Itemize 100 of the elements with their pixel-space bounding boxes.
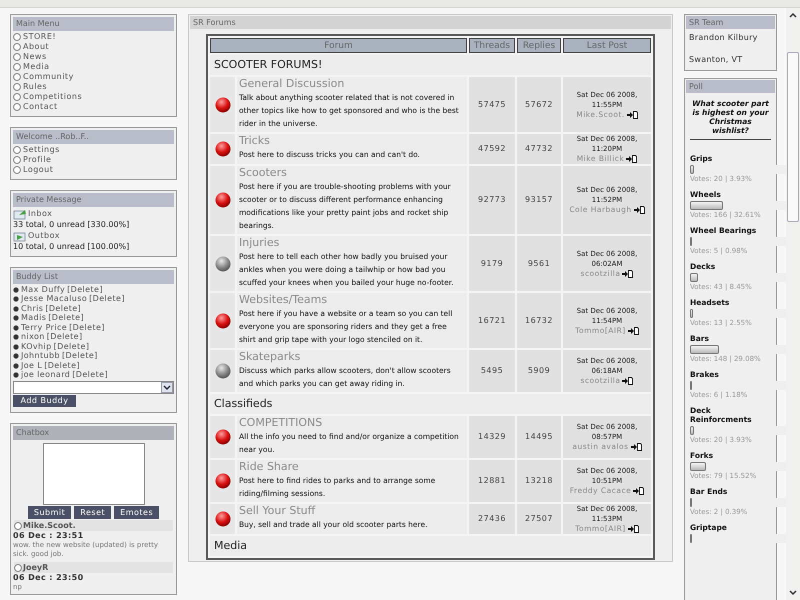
buddy-name: Madis (21, 312, 46, 324)
column-header: Forum (210, 38, 467, 53)
circle-icon (13, 93, 21, 101)
scrollbar[interactable] (786, 8, 800, 600)
scroll-down-icon[interactable] (789, 590, 797, 596)
go-to-post-icon[interactable] (628, 326, 639, 334)
buddy-select[interactable] (13, 381, 174, 394)
folder-link[interactable]: Outbox (28, 230, 60, 242)
bullet-icon (13, 324, 19, 331)
circle-icon (13, 83, 21, 91)
panel-header: Welcome ..Rob..F.. (13, 130, 174, 144)
category-title: Media (210, 536, 651, 556)
bullet-icon (13, 344, 19, 350)
replies-cell: 14495 (517, 416, 561, 458)
category-title: SCOOTER FORUMS! (210, 55, 651, 75)
chat-button[interactable]: Submit (28, 506, 72, 519)
go-to-post-icon[interactable] (628, 525, 639, 533)
threads-cell: 9179 (469, 236, 515, 291)
threads-cell: 12881 (469, 460, 515, 502)
chat-input[interactable] (42, 443, 144, 505)
go-to-post-icon[interactable] (622, 270, 634, 278)
scroll-up-icon[interactable] (789, 12, 797, 18)
panel-header: Poll (686, 80, 775, 93)
menu-link[interactable]: News (23, 51, 47, 63)
chat-time: 06 Dec : 23:51 (13, 531, 85, 541)
team-text: Brandon Kilbury (689, 32, 759, 44)
replies-cell: 27507 (517, 504, 561, 534)
delete-link[interactable]: [Delete] (89, 293, 125, 306)
delete-link[interactable]: [Delete] (46, 331, 82, 344)
replies-cell: 16732 (517, 293, 561, 348)
go-to-post-icon[interactable] (626, 110, 638, 118)
circle-icon (13, 53, 21, 61)
bullet-icon (13, 306, 19, 312)
bullet-icon (13, 334, 19, 340)
buddy-name: Johntubb (21, 351, 60, 362)
panel-header: SR Forums (190, 16, 671, 29)
delete-link[interactable]: [Delete] (62, 350, 98, 362)
circle-icon (13, 156, 21, 164)
replies-cell: 13218 (517, 460, 561, 502)
bullet-icon (13, 296, 19, 302)
delete-link[interactable]: [Delete] (72, 369, 108, 382)
panel-header: SR Team (686, 16, 775, 29)
column-header: Last Post (563, 38, 651, 53)
bullet-icon (13, 286, 19, 293)
threads-cell: 5495 (469, 350, 515, 392)
chat-user: JoeyR (23, 562, 48, 574)
menu-link[interactable]: Community (23, 71, 74, 83)
threads-cell: 27436 (469, 504, 515, 534)
chat-button[interactable]: Reset (74, 506, 112, 519)
circle-icon (13, 103, 21, 111)
delete-link[interactable]: [Delete] (48, 312, 84, 324)
circle-icon (14, 564, 22, 572)
menu-link[interactable]: Competitions (23, 91, 82, 103)
replies-cell: 9561 (517, 236, 561, 291)
go-to-post-icon[interactable] (622, 377, 634, 385)
chat-button[interactable]: Emotes (114, 506, 160, 519)
circle-icon (13, 63, 21, 71)
add-buddy-button[interactable]: Add Buddy (13, 395, 76, 407)
buddy-name: Jesse Macaluso (21, 294, 88, 304)
replies-cell: 47732 (517, 134, 561, 164)
menu-link[interactable]: Settings (23, 144, 60, 156)
delete-link[interactable]: [Delete] (44, 360, 80, 372)
buddy-name: Joe L (21, 360, 42, 370)
bullet-icon (13, 353, 19, 360)
delete-link[interactable]: [Delete] (54, 340, 90, 353)
menu-link[interactable]: About (23, 41, 50, 53)
menu-link[interactable]: Logout (23, 164, 54, 176)
replies-cell: 57672 (517, 77, 561, 132)
delete-link[interactable]: [Delete] (67, 284, 103, 296)
go-to-post-icon[interactable] (633, 487, 644, 495)
scroll-thumb[interactable] (787, 52, 799, 222)
folder-link[interactable]: Inbox (28, 208, 52, 220)
go-to-post-icon[interactable] (634, 206, 645, 214)
panel-header: Private Message (13, 193, 174, 207)
delete-link[interactable]: [Delete] (69, 322, 105, 334)
replies-cell: 93157 (517, 166, 561, 234)
buddy-name: nixon (21, 332, 45, 342)
folder-summary: 10 total, 0 unread [100.00%] (13, 242, 130, 252)
bullet-icon (13, 372, 19, 378)
delete-link[interactable]: [Delete] (45, 302, 82, 315)
category-title: Classifieds (210, 394, 651, 414)
menu-link[interactable]: STORE! (23, 31, 56, 43)
menu-link[interactable]: Profile (23, 154, 52, 166)
menu-link[interactable]: Media (23, 61, 50, 73)
buddy-name: KOvhip (21, 340, 52, 352)
envelope-icon (13, 231, 27, 242)
go-to-post-icon[interactable] (626, 155, 638, 163)
menu-link[interactable]: Rules (23, 81, 48, 93)
circle-icon (13, 146, 21, 154)
bullet-icon (13, 362, 19, 369)
threads-cell: 16721 (469, 293, 515, 348)
buddy-name: joe leonard (21, 370, 70, 382)
panel-header: Chatbox (13, 426, 174, 440)
go-to-post-icon[interactable] (630, 443, 642, 451)
replies-cell: 5909 (517, 350, 561, 392)
buddy-name: Max Duffy (21, 284, 66, 295)
bullet-icon (13, 315, 19, 322)
threads-cell: 47592 (469, 134, 515, 164)
menu-link[interactable]: Contact (23, 101, 58, 113)
panel-header: Buddy List (13, 270, 174, 284)
